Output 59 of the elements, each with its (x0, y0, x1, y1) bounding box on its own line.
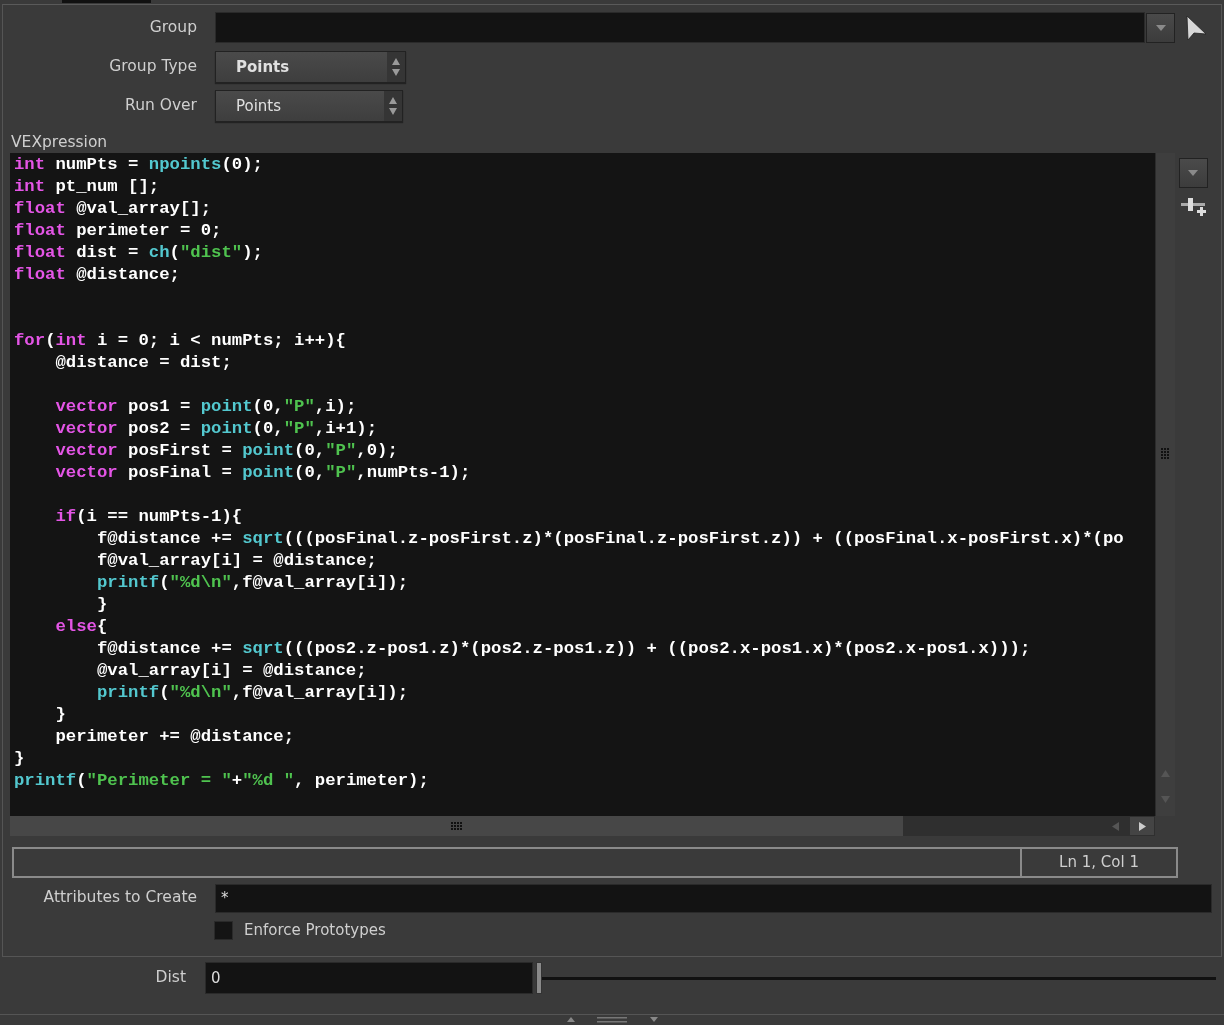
dropdown-menu[interactable]: Points (215, 90, 403, 122)
spinner-arrows-icon (391, 57, 401, 77)
checkbox-label[interactable]: Enforce Prototypes (244, 918, 386, 942)
vertical-scrollbar[interactable] (1155, 153, 1175, 816)
dropdown-menu[interactable]: Points (215, 51, 406, 83)
slider-handle[interactable] (536, 962, 542, 994)
dropdown-button[interactable] (1178, 158, 1208, 188)
code-line: f@distance += sqrt(((pos2.z-pos1.z)*(pos2.z-pos1.z)) + ((pos2.x-pos1.x)*(pos2.x-pos1.x))); (95, 638, 1032, 660)
code-line: for(int i = 0; i < numPts; i++){ (14, 330, 347, 352)
grip-icon[interactable] (1161, 448, 1170, 459)
code-line: printf("%d\n",f@val_array[i]); (95, 572, 410, 594)
pointer-icon[interactable] (1185, 14, 1207, 41)
code-line: f@distance += sqrt(((posFinal.z-posFirst.z)*(posFinal.z-posFirst.z)) + ((posFinal.x-posFirst.x)*(po (95, 528, 1125, 550)
code-line: vector pos1 = point(0,"P",i); (54, 396, 358, 418)
caret-icon (1154, 23, 1167, 32)
code-line: float @distance; (14, 264, 181, 286)
scroll-right-icon (1138, 821, 1146, 831)
code-line: vector pos2 = point(0,"P",i+1); (54, 418, 379, 440)
spinner-arrows-icon (388, 96, 398, 116)
code-line: } (54, 704, 67, 726)
dropdown-button[interactable] (1146, 12, 1175, 43)
caret-icon (1187, 169, 1199, 177)
number-field[interactable]: 0 (205, 962, 533, 994)
checkbox[interactable] (214, 920, 233, 940)
code-line: float @val_array[]; (14, 198, 213, 220)
code-line: printf("Perimeter = "+"%d ", perimeter); (14, 770, 430, 792)
cursor-position: Ln 1, Col 1 (1020, 849, 1176, 876)
code-line: @val_array[i] = @distance; (95, 660, 368, 682)
code-line: float dist = ch("dist"); (14, 242, 264, 264)
expand-up-icon[interactable] (566, 1017, 575, 1022)
section-label: VEXpression (11, 132, 109, 153)
field-label: Group (148, 16, 197, 38)
code-line: else{ (54, 616, 109, 638)
field-label: Attributes to Create (42, 887, 197, 909)
horizontal-scrollbar[interactable] (10, 816, 1155, 836)
code-line: int pt_num []; (14, 176, 161, 198)
collapse-down-icon[interactable] (649, 1017, 658, 1022)
code-line: float perimeter = 0; (14, 220, 223, 242)
code-line: printf("%d\n",f@val_array[i]); (95, 682, 410, 704)
code-line: vector posFirst = point(0,"P",0); (54, 440, 399, 462)
field-label: Dist (154, 967, 186, 989)
text-field[interactable]: * (215, 883, 1212, 913)
grip-icon[interactable] (451, 822, 462, 830)
scrollbar-thumb[interactable] (10, 816, 903, 836)
code-line: if(i == numPts-1){ (54, 506, 244, 528)
field-label: Run Over (124, 95, 197, 117)
code-line: vector posFinal = point(0,"P",numPts-1); (54, 462, 472, 484)
code-line: perimeter += @distance; (54, 726, 295, 748)
code-line: } (14, 748, 26, 770)
code-line: f@val_array[i] = @distance; (95, 550, 378, 572)
scroll-right-button[interactable] (1130, 817, 1154, 835)
code-editor[interactable] (10, 153, 1155, 816)
code-line: } (95, 594, 109, 616)
grip-icon[interactable] (597, 1017, 627, 1023)
code-line: int numPts = npoints(0); (14, 154, 264, 176)
code-line: @distance = dist; (54, 352, 233, 374)
field-label: Group Type (108, 56, 197, 78)
scroll-left-icon[interactable] (1112, 822, 1119, 831)
group-field[interactable] (215, 12, 1145, 43)
